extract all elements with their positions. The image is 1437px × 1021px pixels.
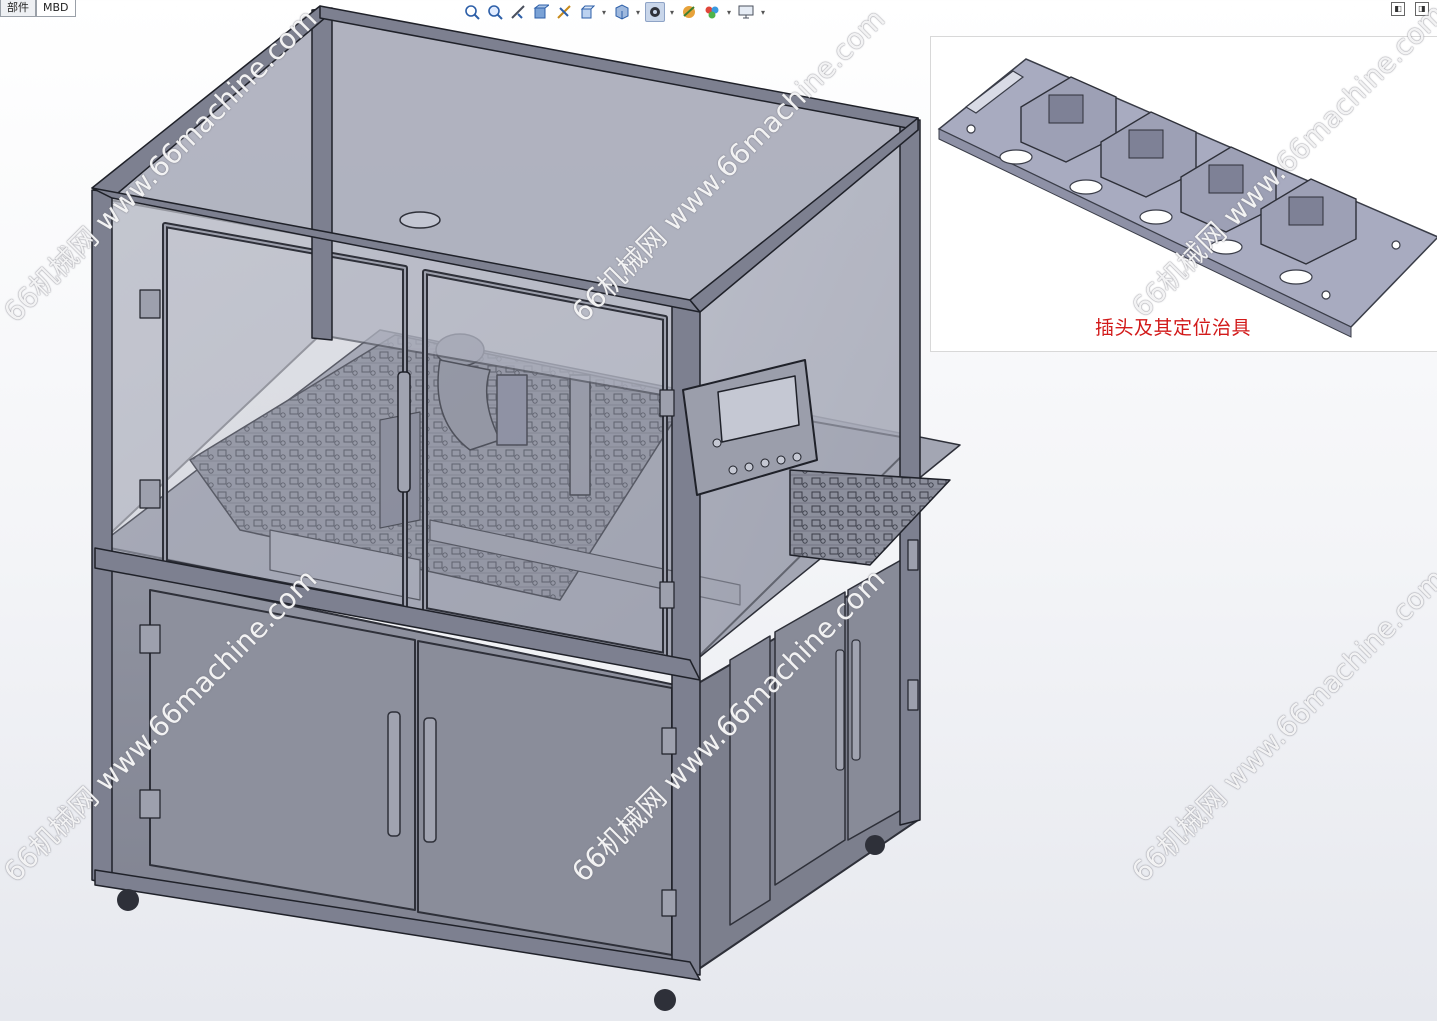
- section-view-icon[interactable]: [531, 2, 551, 22]
- chevron-down-icon[interactable]: ▾: [759, 8, 767, 17]
- heads-up-view-toolbar: ▾ ▾ ▾ ▾ ▾: [462, 0, 767, 24]
- dynamic-annotation-icon[interactable]: [554, 2, 574, 22]
- chevron-down-icon[interactable]: ▾: [725, 8, 733, 17]
- zoom-fit-icon[interactable]: [462, 2, 482, 22]
- view-settings-icon[interactable]: [736, 2, 756, 22]
- previous-view-icon[interactable]: [508, 2, 528, 22]
- chevron-down-icon[interactable]: ▾: [634, 8, 642, 17]
- display-style-icon[interactable]: [645, 2, 665, 22]
- zoom-area-icon[interactable]: [485, 2, 505, 22]
- fixture-caption: 插头及其定位治具: [1095, 317, 1252, 339]
- chevron-down-icon[interactable]: ▾: [668, 8, 676, 17]
- view-orientation-icon[interactable]: [577, 2, 597, 22]
- view-cube-icon[interactable]: [611, 2, 631, 22]
- hide-show-icon[interactable]: [679, 2, 699, 22]
- chevron-down-icon[interactable]: ▾: [600, 8, 608, 17]
- machine-model: [91, 5, 961, 1011]
- edit-appearance-icon[interactable]: [702, 2, 722, 22]
